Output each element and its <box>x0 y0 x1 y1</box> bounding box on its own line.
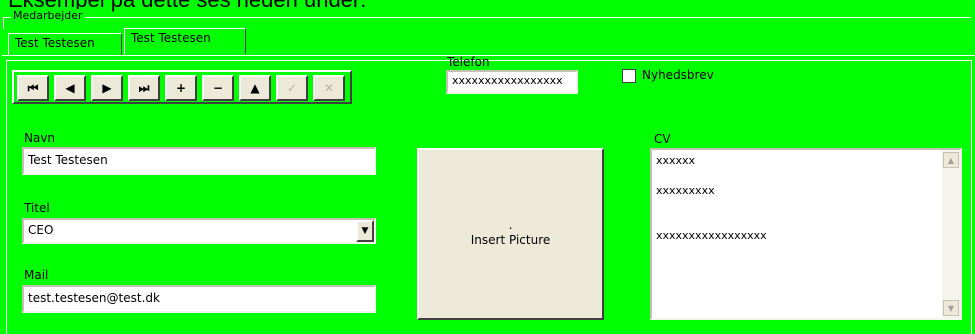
panel-border-left <box>6 60 7 334</box>
cv-text: xxxxxx xxxxxxxxx xxxxxxxxxxxxxxxxx <box>656 154 767 242</box>
plus-icon: + <box>175 81 187 95</box>
scroll-down-icon[interactable]: ▼ <box>943 300 959 316</box>
nav-first-button[interactable]: ⏮ <box>17 75 49 101</box>
panel-border-right <box>971 60 972 334</box>
tab-employee-1[interactable]: Test Testesen <box>8 33 122 55</box>
mail-label: Mail <box>24 268 49 282</box>
titel-select[interactable]: CEO ▼ <box>22 218 376 244</box>
checkmark-icon: ✓ <box>286 81 298 95</box>
nav-edit-button[interactable]: ▲ <box>239 75 271 101</box>
next-icon: ▶ <box>102 81 112 95</box>
insert-picture-button[interactable]: . Insert Picture <box>417 148 604 320</box>
nav-post-button[interactable]: ✓ <box>276 75 308 101</box>
prior-icon: ◀ <box>65 81 75 95</box>
chevron-down-icon[interactable]: ▼ <box>356 220 374 242</box>
cv-memo[interactable]: xxxxxx xxxxxxxxx xxxxxxxxxxxxxxxxx ▲ ▼ <box>650 148 962 320</box>
nyhedsbrev-label: Nyhedsbrev <box>642 68 714 82</box>
titel-label: Titel <box>24 201 50 215</box>
scroll-up-icon[interactable]: ▲ <box>943 152 959 168</box>
insert-picture-label: Insert Picture <box>470 233 551 247</box>
telefon-label: Telefon <box>447 55 490 69</box>
nav-prior-button[interactable]: ◀ <box>54 75 86 101</box>
group-frame <box>3 17 971 18</box>
group-frame-edge <box>3 17 4 29</box>
nav-insert-button[interactable]: + <box>165 75 197 101</box>
telefon-field[interactable]: xxxxxxxxxxxxxxxxx <box>446 70 578 94</box>
nav-cancel-button[interactable]: ✕ <box>313 75 345 101</box>
nav-last-button[interactable]: ⏭ <box>128 75 160 101</box>
titel-value: CEO <box>28 223 54 237</box>
first-icon: ⏮ <box>27 80 39 95</box>
nyhedsbrev-checkbox[interactable] <box>622 69 636 83</box>
nav-delete-button[interactable]: − <box>202 75 234 101</box>
minus-icon: − <box>212 81 224 95</box>
db-navigator: ⏮ ◀ ▶ ⏭ + − ▲ ✓ ✕ <box>12 70 352 104</box>
cv-label: CV <box>654 132 671 146</box>
nav-next-button[interactable]: ▶ <box>91 75 123 101</box>
cv-scrollbar[interactable]: ▲ ▼ <box>942 150 960 318</box>
navn-field[interactable]: Test Testesen <box>22 147 376 175</box>
group-legend: Medarbejder <box>11 9 85 22</box>
triangle-up-icon: ▲ <box>250 81 260 95</box>
tab-employee-2[interactable]: Test Testesen <box>124 28 246 54</box>
mail-field[interactable]: test.testesen@test.dk <box>22 285 376 313</box>
picture-dot: . <box>508 218 513 232</box>
last-icon: ⏭ <box>138 80 150 95</box>
cross-icon: ✕ <box>323 81 335 95</box>
navn-label: Navn <box>24 131 56 145</box>
